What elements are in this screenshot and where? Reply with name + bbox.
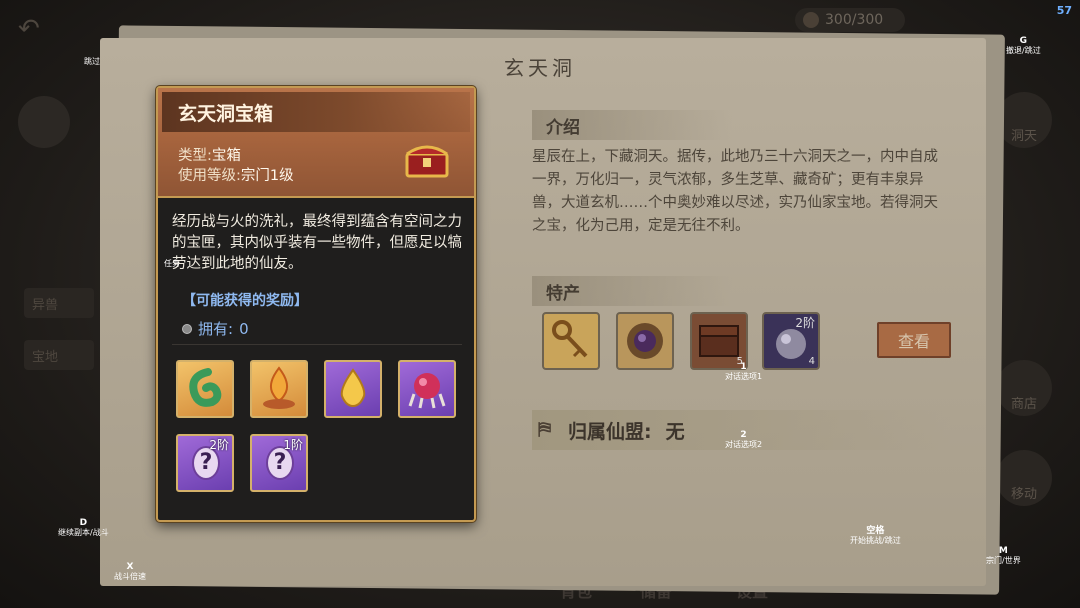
- hint-option1: 1 对话选项1: [725, 362, 763, 381]
- reward-item[interactable]: ? 2阶: [176, 434, 234, 492]
- crimson-orb-claw-icon: [408, 373, 446, 409]
- owned-count: 拥有: 0: [182, 318, 249, 339]
- treasure-chest-icon: [405, 145, 449, 178]
- right-menu-button[interactable]: 移动: [996, 450, 1052, 506]
- hint-g: G 撤退/跳过: [1006, 36, 1041, 55]
- intro-text: 星辰在上，下藏洞天。据传，此地乃三十六洞天之一，内中自成一界，万化归一，灵气浓郁…: [532, 149, 938, 234]
- reward-item[interactable]: [176, 360, 234, 418]
- hint-space: 空格 开始挑战/跳过: [850, 526, 901, 545]
- item-title: 玄天洞宝箱: [162, 92, 470, 132]
- specialty-purple-orb[interactable]: [616, 312, 674, 370]
- reward-item[interactable]: [398, 360, 456, 418]
- divider: [172, 344, 462, 345]
- hint-skip: 跳过: [84, 57, 100, 66]
- view-button[interactable]: 查看: [877, 322, 951, 358]
- golden-drop-icon: [340, 368, 366, 408]
- coin-icon: [803, 12, 819, 28]
- reward-item[interactable]: ? 1阶: [250, 434, 308, 492]
- alliance-label: 归属仙盟:: [568, 420, 652, 443]
- card-header: 玄天洞宝箱 类型:宝箱 使用等级:宗门1级: [158, 88, 474, 198]
- specialty-heading: 特产: [532, 276, 732, 306]
- right-menu-button[interactable]: 洞天: [996, 92, 1052, 148]
- item-tooltip-card: 玄天洞宝箱 类型:宝箱 使用等级:宗门1级 经历战与火的洗礼，最终得到蕴含有空间…: [156, 86, 476, 522]
- rewards-title: 【可能获得的奖励】: [182, 293, 308, 309]
- purple-orb-amulet-icon: [627, 323, 663, 359]
- reward-item[interactable]: [324, 360, 382, 418]
- side-menu-item[interactable]: 异兽: [24, 288, 94, 318]
- jade-hook-icon: [189, 368, 222, 407]
- fps-counter: 57: [1056, 4, 1072, 17]
- panel-title: 玄天洞: [504, 56, 576, 80]
- right-menu-button[interactable]: 商店: [996, 360, 1052, 416]
- reward-item[interactable]: [250, 360, 308, 418]
- owned-dot-icon: [182, 323, 192, 334]
- side-menu-item[interactable]: 宝地: [24, 340, 94, 370]
- owned-label: 拥有:: [198, 320, 234, 338]
- back-arrow-icon[interactable]: ↶: [18, 14, 54, 44]
- currency-value: 300/300: [825, 12, 884, 28]
- side-avatar-icon[interactable]: [18, 96, 70, 148]
- hint-x: X 战斗倍速: [114, 562, 146, 581]
- level-label: 使用等级:: [178, 168, 241, 184]
- hint-task: 任务: [164, 259, 180, 268]
- currency-display: 300/300: [795, 8, 905, 32]
- hint-m: M 宗门/世界: [986, 546, 1021, 565]
- hint-option2: 2 对话选项2: [725, 430, 763, 449]
- level-value: 宗门1级: [240, 168, 294, 184]
- alliance-value: 无: [665, 420, 685, 443]
- type-label: 类型:: [178, 148, 212, 164]
- hint-d: D 继续副本/战斗: [58, 518, 109, 537]
- item-description: 经历战与火的洗礼，最终得到蕴含有空间之力的宝匣，其内似乎装有一些物件，但愿足以犒…: [172, 214, 462, 272]
- type-value: 宝箱: [211, 148, 241, 164]
- banner-flag-icon: ⛿: [538, 419, 552, 440]
- intro-heading: 介绍: [532, 110, 732, 140]
- golden-key-icon: [552, 320, 588, 358]
- specialty-golden-key[interactable]: [542, 312, 600, 370]
- item-meta: 类型:宝箱 使用等级:宗门1级: [178, 146, 294, 186]
- specialty-silver-orb[interactable]: 2阶 4: [762, 312, 820, 370]
- owned-value: 0: [239, 319, 249, 338]
- flame-lotus-icon: [263, 366, 295, 409]
